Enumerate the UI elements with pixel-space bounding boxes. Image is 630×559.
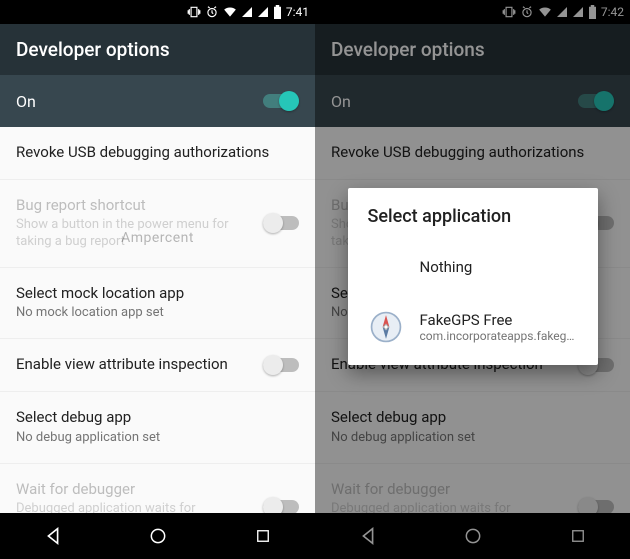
nav-bar [0, 513, 315, 559]
nav-back-button[interactable] [23, 513, 83, 559]
alarm-icon [205, 5, 219, 19]
phone-right: 7:42 Developer options On Revoke USB deb… [315, 0, 630, 559]
blank-icon [368, 249, 404, 285]
bug-report-shortcut-row: Bug report shortcut Show a button in the… [0, 180, 315, 268]
battery-icon [273, 5, 282, 19]
select-debug-app-row[interactable]: Select debug app No debug application se… [0, 392, 315, 463]
select-mock-location-row[interactable]: Select mock location app No mock locatio… [0, 268, 315, 339]
signal-icon-2 [257, 6, 269, 18]
wifi-icon [223, 5, 237, 19]
signal-icon [241, 6, 253, 18]
toggle-off-icon [263, 213, 299, 233]
page-title: Developer options [0, 24, 315, 75]
toggle-on-icon[interactable] [263, 91, 299, 111]
revoke-usb-row[interactable]: Revoke USB debugging authorizations [0, 127, 315, 180]
settings-list: Revoke USB debugging authorizations Bug … [0, 127, 315, 513]
view-attribute-inspection-row[interactable]: Enable view attribute inspection [0, 339, 315, 392]
nav-home-button[interactable] [128, 513, 188, 559]
vibrate-icon [187, 5, 201, 19]
dialog-item-nothing[interactable]: Nothing [348, 237, 598, 297]
nav-recent-button[interactable] [233, 513, 293, 559]
dialog-item-fakegps[interactable]: FakeGPS Free com.incorporateapps.fakeg… [348, 297, 598, 357]
status-bar: 7:41 [0, 0, 315, 24]
compass-icon [368, 309, 404, 345]
developer-options-master-toggle[interactable]: On [0, 75, 315, 127]
dialog-title: Select application [348, 206, 598, 237]
toggle-off-icon[interactable] [263, 355, 299, 375]
on-label: On [16, 92, 36, 111]
wait-for-debugger-row: Wait for debugger Debugged application w… [0, 464, 315, 513]
phone-left: 7:41 Developer options On Revoke USB deb… [0, 0, 315, 559]
status-time: 7:41 [286, 5, 309, 19]
toggle-off-icon [263, 497, 299, 513]
select-application-dialog: Select application Nothing FakeGPS Free … [348, 188, 598, 365]
